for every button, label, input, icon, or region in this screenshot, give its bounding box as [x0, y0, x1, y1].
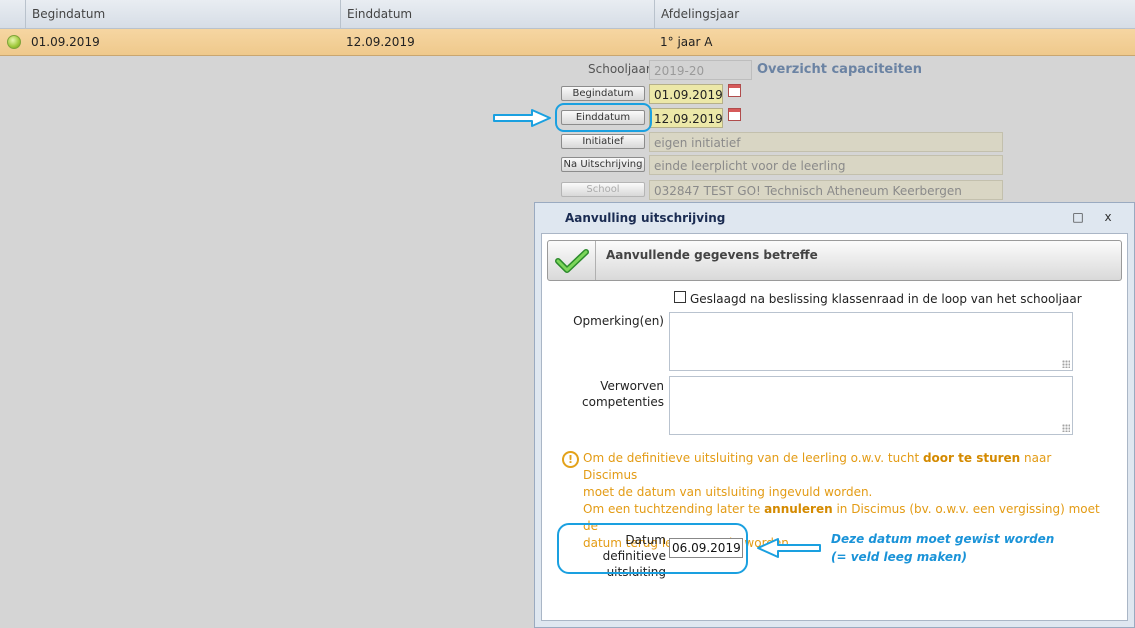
annotation-line2: (= veld leeg maken) — [831, 550, 968, 564]
annotation-line1: Deze datum moet gewist worden — [831, 532, 1055, 546]
status-dot-icon — [7, 35, 21, 49]
resize-grip-icon[interactable] — [1062, 360, 1070, 368]
resize-grip-icon[interactable] — [1062, 424, 1070, 432]
school-field[interactable]: 032847 TEST GO! Technisch Atheneum Keerb… — [649, 180, 1003, 200]
na-uitschrijving-button[interactable]: Na Uitschrijving — [561, 157, 645, 172]
warning-line2: moet de datum van uitsluiting ingevuld w… — [583, 485, 873, 499]
column-header-einddatum[interactable]: Einddatum — [340, 0, 654, 28]
cell-begindatum: 01.09.2019 — [31, 35, 100, 49]
maximize-icon[interactable]: □ — [1071, 210, 1085, 224]
geslaagd-checkbox[interactable] — [674, 291, 686, 303]
close-icon[interactable]: x — [1101, 210, 1115, 224]
initiatief-field[interactable]: eigen initiatief — [649, 132, 1003, 152]
verworven-competenties-textarea[interactable] — [669, 376, 1073, 435]
calendar-icon[interactable] — [728, 84, 741, 97]
save-button[interactable] — [548, 241, 596, 280]
dialog-title: Aanvulling uitschrijving — [565, 211, 726, 225]
opmerking-label: Opmerking(en) — [573, 314, 664, 328]
grid-header-status — [0, 0, 25, 28]
column-header-begindatum[interactable]: Begindatum — [25, 0, 340, 28]
einddatum-field[interactable]: 12.09.2019 — [649, 108, 723, 128]
annotation-note: Deze datum moet gewist worden (= veld le… — [831, 530, 1054, 566]
school-button[interactable]: School — [561, 182, 645, 197]
dialog-titlebar[interactable]: Aanvulling uitschrijving □ x — [535, 203, 1134, 233]
begindatum-button[interactable]: Begindatum — [561, 86, 645, 101]
verworven-label-line2: competenties — [582, 395, 664, 409]
initiatief-button[interactable]: Initiatief — [561, 134, 645, 149]
grid-header: Begindatum Einddatum Afdelingsjaar — [0, 0, 1135, 29]
warning-line1: Om de definitieve uitsluiting van de lee… — [583, 451, 1052, 482]
overzicht-capaciteiten-link[interactable]: Overzicht capaciteiten — [757, 62, 922, 77]
na-uitschrijving-field[interactable]: einde leerplicht voor de leerling — [649, 155, 1003, 175]
column-header-afdelingsjaar[interactable]: Afdelingsjaar — [654, 0, 1135, 28]
verworven-label-line1: Verworven — [600, 379, 664, 393]
table-row[interactable]: 01.09.2019 12.09.2019 1° jaar A — [0, 29, 1135, 56]
calendar-icon[interactable] — [728, 108, 741, 121]
arrow-left-icon — [757, 538, 821, 558]
cell-afdelingsjaar: 1° jaar A — [660, 35, 713, 49]
einddatum-highlight — [555, 103, 652, 132]
schooljaar-label: Schooljaar — [588, 62, 651, 76]
geslaagd-checkbox-label: Geslaagd na beslissing klassenraad in de… — [690, 292, 1082, 306]
arrow-right-icon — [493, 109, 551, 127]
cell-einddatum: 12.09.2019 — [346, 35, 415, 49]
verworven-competenties-label: Verworven competenties — [562, 378, 664, 410]
dialog-header-bar: Aanvullende gegevens betreffе — [547, 240, 1122, 281]
opmerking-textarea[interactable] — [669, 312, 1073, 371]
checkmark-icon — [555, 249, 589, 273]
dialog-header-title: Aanvullende gegevens betreffе — [606, 248, 818, 262]
schooljaar-field[interactable]: 2019-20 — [649, 60, 752, 80]
warning-icon: ! — [562, 451, 579, 468]
datum-highlight — [557, 523, 748, 574]
begindatum-field[interactable]: 01.09.2019 — [649, 84, 723, 104]
